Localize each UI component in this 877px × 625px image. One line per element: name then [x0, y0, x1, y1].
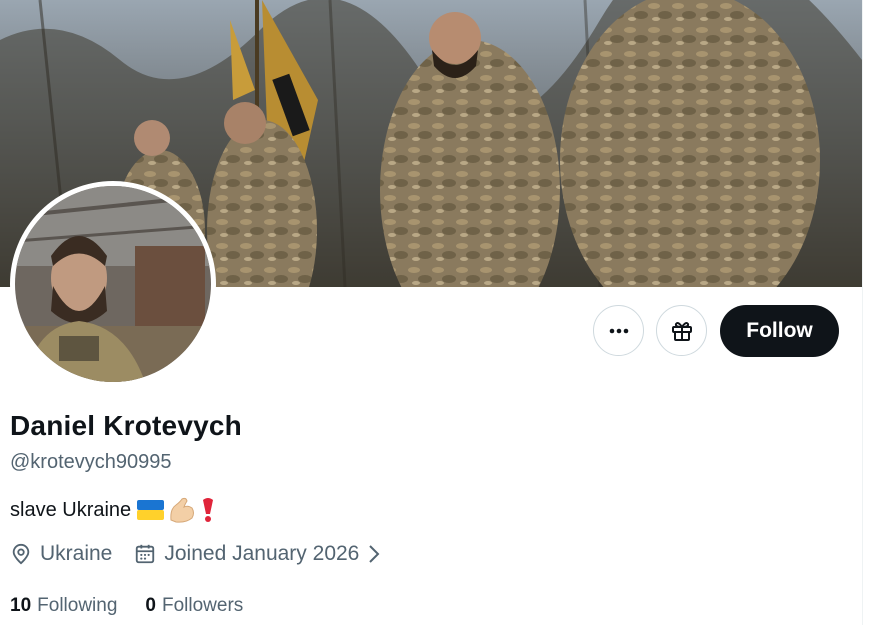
calendar-icon — [136, 544, 155, 564]
following-count: 10 — [10, 595, 32, 616]
joined-item[interactable]: Joined January 2026 — [134, 542, 381, 566]
heavy-exclamation-icon — [203, 498, 214, 522]
avatar-image — [15, 186, 211, 382]
chevron-right-icon — [369, 545, 380, 563]
joined-text: Joined January 2026 — [164, 542, 360, 565]
ellipsis-icon — [609, 328, 628, 333]
profile-avatar[interactable] — [10, 181, 216, 387]
gift-button[interactable] — [656, 305, 707, 356]
ukraine-flag-icon — [137, 500, 165, 520]
follow-button[interactable]: Follow — [720, 305, 839, 357]
following-label: Following — [37, 595, 118, 616]
followers-label: Followers — [161, 595, 244, 616]
flexed-biceps-icon — [170, 497, 195, 523]
location-text: Ukraine — [40, 542, 113, 565]
profile-meta: Ukraine Joined January 2026 — [10, 542, 381, 566]
bio-text: slave Ukraine — [10, 498, 132, 521]
location-item: Ukraine — [10, 542, 112, 566]
profile-bio: slave Ukraine — [10, 497, 216, 523]
followers-count: 0 — [145, 595, 156, 616]
following-link[interactable]: 10 Following — [10, 595, 117, 617]
display-name: Daniel Krotevych — [10, 410, 242, 441]
location-pin-icon — [12, 543, 30, 565]
followers-link[interactable]: 0 Followers — [145, 595, 243, 617]
profile-page: Follow Daniel Krotevych @krotevych90995 … — [0, 0, 862, 625]
user-handle: @krotevych90995 — [10, 451, 172, 473]
gift-icon — [671, 321, 692, 341]
follow-stats: 10 Following 0 Followers — [10, 595, 243, 617]
column-divider — [862, 0, 863, 625]
more-options-button[interactable] — [593, 305, 644, 356]
